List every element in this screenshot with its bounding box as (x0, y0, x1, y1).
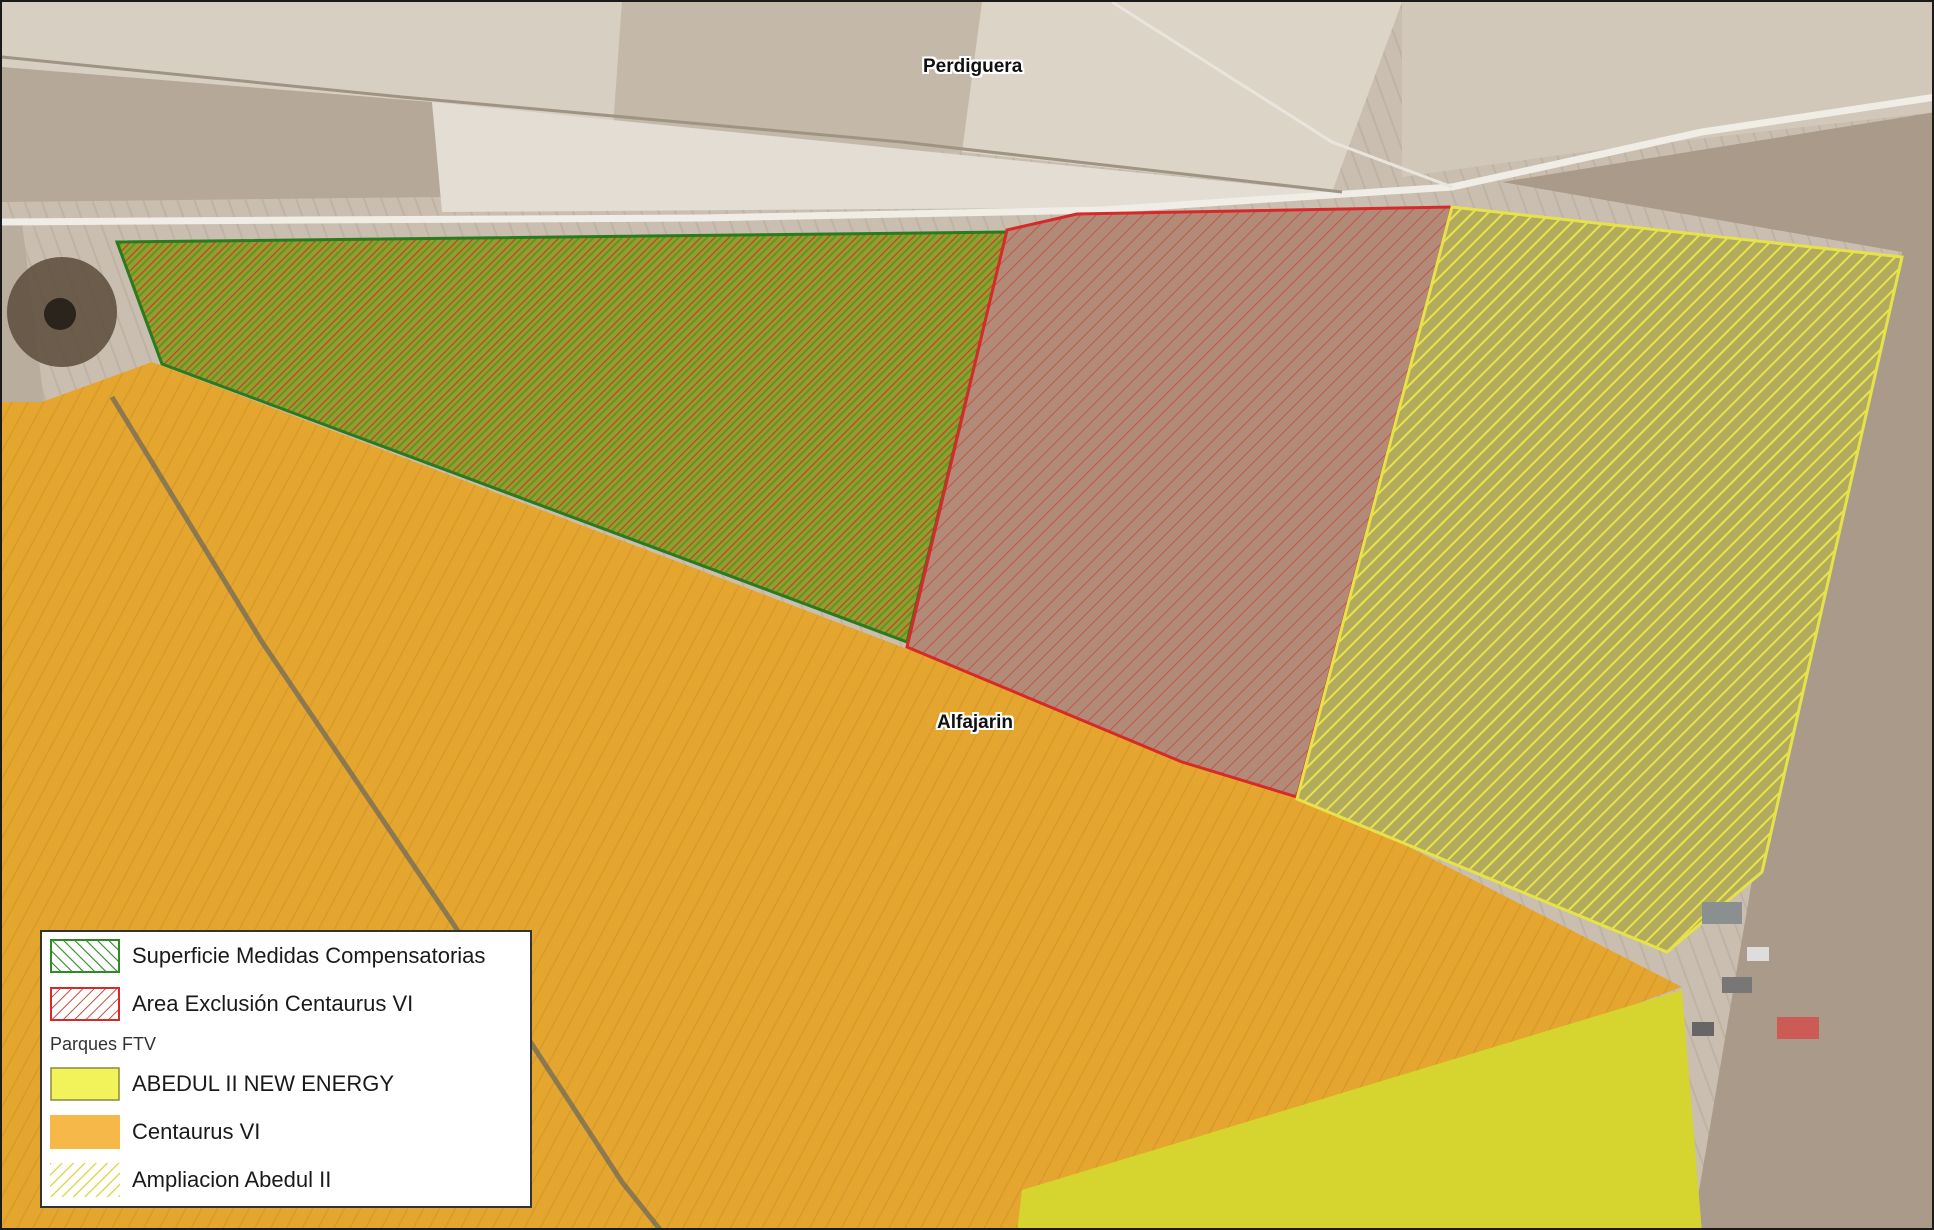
legend-label: Area Exclusión Centaurus VI (132, 991, 414, 1016)
hatch-swatch-icon (50, 939, 120, 973)
map-legend: Superficie Medidas Compensatorias Area E… (40, 930, 532, 1208)
hatch-swatch-icon (50, 1163, 120, 1197)
solid-swatch-icon (50, 1067, 120, 1101)
legend-group-heading: Parques FTV (50, 1034, 157, 1054)
place-label-alfajarin: Alfajarin (937, 712, 1014, 733)
legend-label: Superficie Medidas Compensatorias (132, 943, 486, 968)
legend-label: Centaurus VI (132, 1119, 261, 1144)
solid-swatch-icon (50, 1115, 120, 1149)
legend-item-abedul-ii: ABEDUL II NEW ENERGY (50, 1066, 394, 1102)
legend-item-centaurus: Centaurus VI (50, 1114, 260, 1150)
pond (44, 298, 76, 330)
map-viewport[interactable]: Perdiguera Alfajarin Superficie Medidas … (0, 0, 1934, 1230)
legend-item-ampliacion: Ampliacion Abedul II (50, 1162, 331, 1198)
legend-item-exclusion: Area Exclusión Centaurus VI (50, 986, 413, 1022)
legend-label: ABEDUL II NEW ENERGY (132, 1071, 395, 1096)
legend-item-compensatorias: Superficie Medidas Compensatorias (50, 938, 485, 974)
hatch-swatch-icon (50, 987, 120, 1021)
place-label-perdiguera: Perdiguera (923, 56, 1023, 77)
legend-label: Ampliacion Abedul II (132, 1167, 332, 1192)
